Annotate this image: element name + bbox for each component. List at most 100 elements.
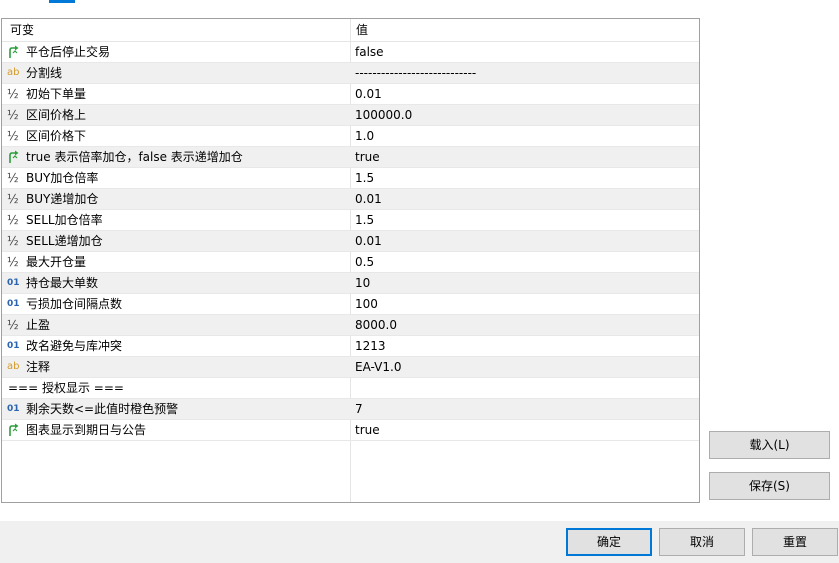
parameter-name-cell[interactable]: ½ SELL递增加仓 — [2, 231, 350, 251]
parameter-name-cell[interactable]: 01 剩余天数<=此值时橙色预警 — [2, 399, 350, 419]
parameter-value-cell[interactable]: 1.0 — [353, 126, 697, 146]
bool-arrow-icon — [7, 44, 23, 60]
integer-01-icon: 01 — [7, 299, 20, 309]
parameter-value-cell[interactable]: ---------------------------- — [353, 63, 697, 83]
parameter-name-cell[interactable]: === 授权显示 === — [2, 378, 350, 398]
parameter-name-cell[interactable]: true 表示倍率加仓，false 表示递增加仓 — [2, 147, 350, 167]
parameter-name: 亏损加仓间隔点数 — [26, 297, 123, 311]
double-half-icon: ½ — [7, 318, 19, 332]
double-half-icon: ½ — [7, 213, 19, 227]
table-row[interactable]: 01 持仓最大单数 10 — [2, 273, 699, 294]
integer-01-icon: 01 — [7, 404, 20, 414]
string-ab-icon: ab — [7, 67, 20, 78]
double-half-icon: ½ — [7, 255, 19, 269]
double-half-icon: ½ — [7, 129, 19, 143]
parameter-name: 剩余天数<=此值时橙色预警 — [26, 402, 179, 416]
parameter-value-cell[interactable]: true — [353, 420, 697, 440]
load-button[interactable]: 载入(L) — [709, 431, 830, 459]
parameter-name: 改名避免与库冲突 — [26, 339, 123, 353]
parameter-value-cell[interactable]: EA-V1.0 — [353, 357, 697, 377]
table-row[interactable]: === 授权显示 === — [2, 378, 699, 399]
parameter-name-cell[interactable]: ab 分割线 — [2, 63, 350, 83]
table-row[interactable]: ½ BUY加仓倍率 1.5 — [2, 168, 699, 189]
save-button[interactable]: 保存(S) — [709, 472, 830, 500]
parameter-name-cell[interactable]: ab 注释 — [2, 357, 350, 377]
table-row[interactable]: ½ SELL递增加仓 0.01 — [2, 231, 699, 252]
parameter-name-cell[interactable]: ½ BUY递增加仓 — [2, 189, 350, 209]
parameter-name-cell[interactable]: ½ 初始下单量 — [2, 84, 350, 104]
column-header-name[interactable]: 可变 — [10, 19, 350, 41]
parameter-value-cell[interactable]: 100000.0 — [353, 105, 697, 125]
parameter-name: 平仓后停止交易 — [26, 45, 111, 59]
table-row[interactable]: ½ 止盈 8000.0 — [2, 315, 699, 336]
table-row[interactable]: ½ BUY递增加仓 0.01 — [2, 189, 699, 210]
parameter-name: BUY递增加仓 — [26, 192, 99, 206]
parameter-name: true 表示倍率加仓，false 表示递增加仓 — [26, 150, 243, 164]
table-row[interactable]: 01 剩余天数<=此值时橙色预警 7 — [2, 399, 699, 420]
grid-rows: 平仓后停止交易 false ab 分割线 -----------------------… — [2, 42, 699, 441]
parameter-name-cell[interactable]: ½ BUY加仓倍率 — [2, 168, 350, 188]
parameter-value-cell[interactable]: 0.01 — [353, 84, 697, 104]
active-tab-indicator — [49, 0, 75, 3]
parameter-value-cell[interactable]: 7 — [353, 399, 697, 419]
double-half-icon: ½ — [7, 192, 19, 206]
parameter-name: === 授权显示 === — [8, 381, 124, 395]
table-row[interactable]: true 表示倍率加仓，false 表示递增加仓 true — [2, 147, 699, 168]
parameter-value-cell[interactable]: 0.5 — [353, 252, 697, 272]
table-row[interactable]: 图表显示到期日与公告 true — [2, 420, 699, 441]
table-row[interactable]: ab 分割线 ---------------------------- — [2, 63, 699, 84]
parameter-value-cell[interactable]: 1.5 — [353, 210, 697, 230]
integer-01-icon: 01 — [7, 278, 20, 288]
parameter-name: 止盈 — [26, 318, 51, 332]
parameter-name: 区间价格上 — [26, 108, 87, 122]
parameter-name: 注释 — [26, 360, 51, 374]
parameter-name: 持仓最大单数 — [26, 276, 99, 290]
reset-button[interactable]: 重置 — [752, 528, 838, 556]
cancel-button[interactable]: 取消 — [659, 528, 745, 556]
table-row[interactable]: 平仓后停止交易 false — [2, 42, 699, 63]
parameter-value-cell[interactable]: 1213 — [353, 336, 697, 356]
table-row[interactable]: 01 改名避免与库冲突 1213 — [2, 336, 699, 357]
parameter-name-cell[interactable]: ½ 区间价格上 — [2, 105, 350, 125]
parameter-value-cell[interactable]: 8000.0 — [353, 315, 697, 335]
parameter-value-cell[interactable]: 10 — [353, 273, 697, 293]
parameter-name: 最大开仓量 — [26, 255, 87, 269]
parameter-value-cell[interactable]: 0.01 — [353, 189, 697, 209]
parameter-value-cell[interactable]: true — [353, 147, 697, 167]
parameter-name: SELL加仓倍率 — [26, 213, 103, 227]
parameters-grid: 可变 值 平仓后停止交易 false ab 分割线 ------------------… — [1, 18, 700, 503]
table-row[interactable]: ½ 区间价格下 1.0 — [2, 126, 699, 147]
table-row[interactable]: ½ 最大开仓量 0.5 — [2, 252, 699, 273]
table-row[interactable]: 01 亏损加仓间隔点数 100 — [2, 294, 699, 315]
table-row[interactable]: ab 注释 EA-V1.0 — [2, 357, 699, 378]
table-row[interactable]: ½ SELL加仓倍率 1.5 — [2, 210, 699, 231]
table-row[interactable]: ½ 初始下单量 0.01 — [2, 84, 699, 105]
parameter-value-cell[interactable]: 100 — [353, 294, 697, 314]
parameter-name-cell[interactable]: 平仓后停止交易 — [2, 42, 350, 62]
parameter-name: SELL递增加仓 — [26, 234, 103, 248]
parameter-name-cell[interactable]: 01 改名避免与库冲突 — [2, 336, 350, 356]
parameter-name: 初始下单量 — [26, 87, 87, 101]
double-half-icon: ½ — [7, 87, 19, 101]
parameter-name-cell[interactable]: 图表显示到期日与公告 — [2, 420, 350, 440]
parameter-name-cell[interactable]: ½ 最大开仓量 — [2, 252, 350, 272]
parameter-value-cell[interactable]: 0.01 — [353, 231, 697, 251]
string-ab-icon: ab — [7, 361, 20, 372]
parameter-name-cell[interactable]: 01 亏损加仓间隔点数 — [2, 294, 350, 314]
parameter-name: 图表显示到期日与公告 — [26, 423, 147, 437]
parameter-value-cell[interactable]: 1.5 — [353, 168, 697, 188]
parameter-name-cell[interactable]: 01 持仓最大单数 — [2, 273, 350, 293]
double-half-icon: ½ — [7, 171, 19, 185]
integer-01-icon: 01 — [7, 341, 20, 351]
parameter-value-cell[interactable]: false — [353, 42, 697, 62]
ok-button[interactable]: 确定 — [566, 528, 652, 556]
column-header-value[interactable]: 值 — [356, 19, 696, 41]
parameter-name-cell[interactable]: ½ 区间价格下 — [2, 126, 350, 146]
parameter-value-cell[interactable] — [353, 378, 697, 398]
double-half-icon: ½ — [7, 234, 19, 248]
parameter-name-cell[interactable]: ½ SELL加仓倍率 — [2, 210, 350, 230]
parameter-name-cell[interactable]: ½ 止盈 — [2, 315, 350, 335]
parameter-name: 区间价格下 — [26, 129, 87, 143]
table-row[interactable]: ½ 区间价格上 100000.0 — [2, 105, 699, 126]
bool-arrow-icon — [7, 149, 23, 165]
